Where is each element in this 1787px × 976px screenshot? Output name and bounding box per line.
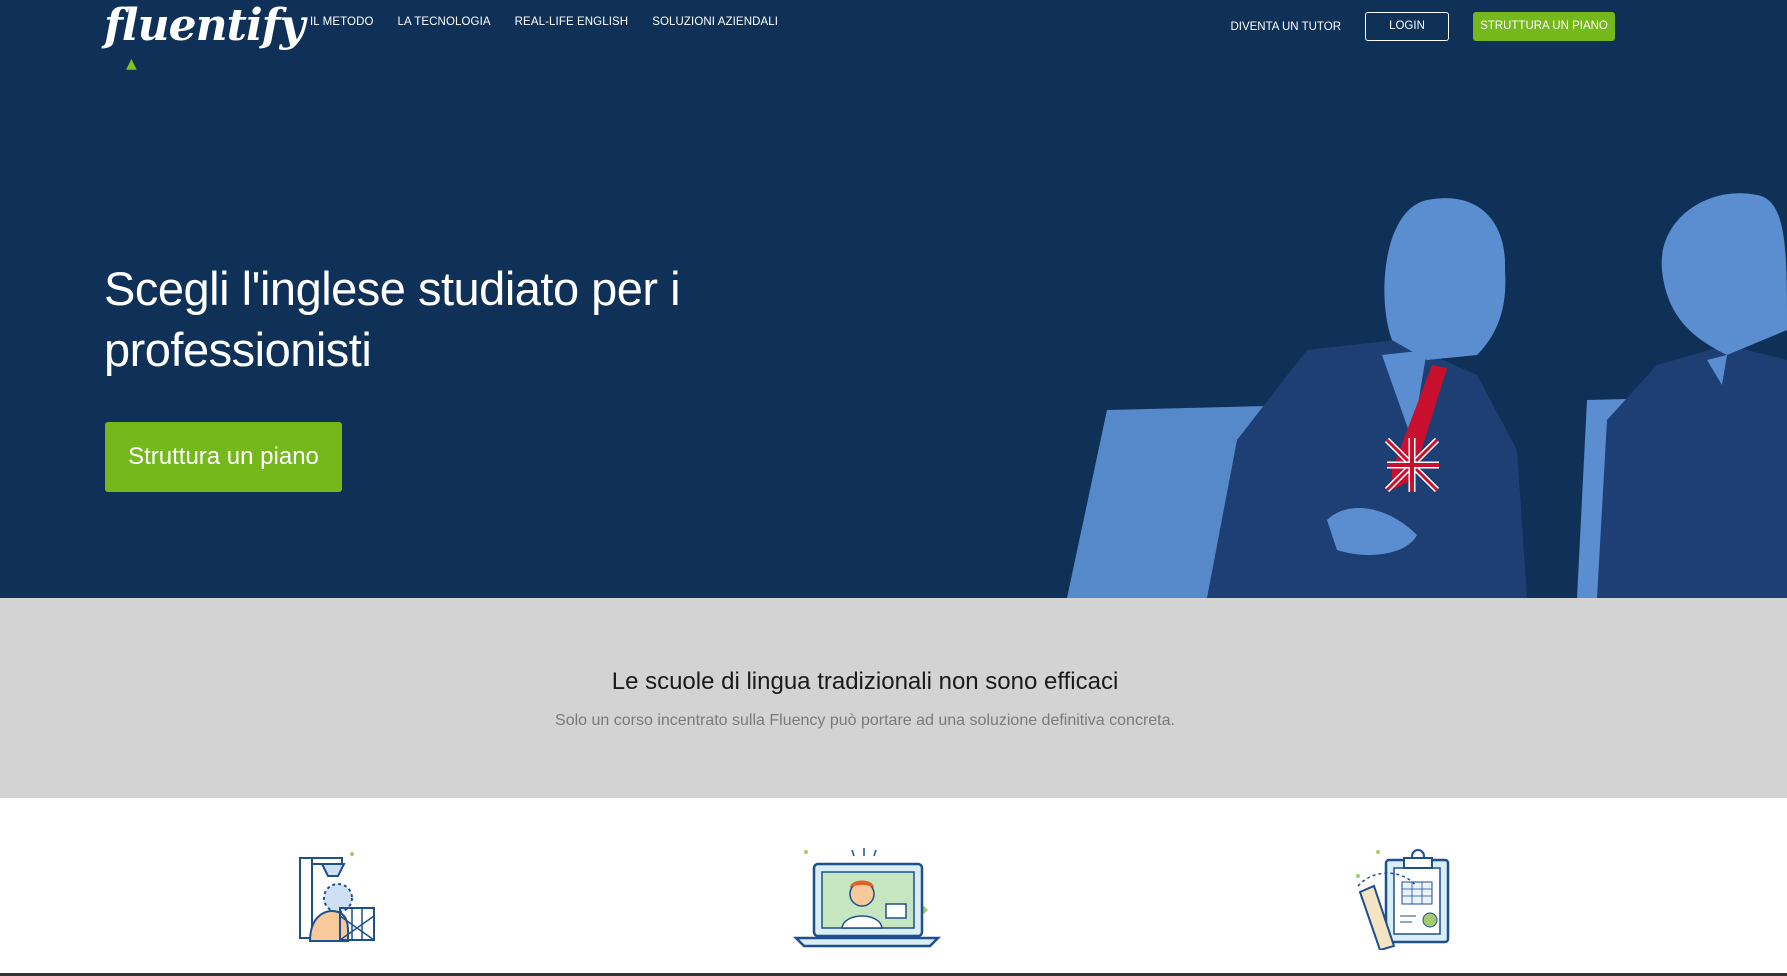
nav-actions: DIVENTA UN TUTOR LOGIN STRUTTURA UN PIAN… [1230,12,1615,41]
login-button[interactable]: LOGIN [1365,12,1449,41]
hero-cta-button[interactable]: Struttura un piano [105,422,342,492]
main-nav: IL METODO LA TECNOLOGIA REAL-LIFE ENGLIS… [310,16,778,28]
nav-link-metodo[interactable]: IL METODO [310,16,374,28]
basketball-player-icon [299,852,375,942]
band-title: Le scuole di lingua tradizionali non son… [611,668,1119,695]
laptop-video-call-icon [792,848,942,948]
info-band [0,598,1787,798]
nav-link-tecnologia[interactable]: LA TECNOLOGIA [398,16,491,28]
plan-nav-button[interactable]: STRUTTURA UN PIANO [1473,12,1615,41]
features-section [0,798,1787,974]
become-tutor-link[interactable]: DIVENTA UN TUTOR [1230,21,1341,33]
nav-link-soluzioni-aziendali[interactable]: SOLUZIONI AZIENDALI [652,16,778,28]
businessmen-illustration [1067,193,1787,598]
nav-link-real-life-english[interactable]: REAL-LIFE ENGLISH [515,16,629,28]
hero-title: Scegli l'inglese studiato per i professi… [104,262,681,376]
hero-section: fluentify ▲ IL METODO LA TECNOLOGIA REAL… [0,0,1787,598]
logo[interactable]: fluentify ▲ [104,0,305,72]
leaf-icon: ▲ [126,56,137,72]
clipboard-plan-icon [1356,849,1450,950]
band-subtitle: Solo un corso incentrato sulla Fluency p… [555,712,1175,729]
